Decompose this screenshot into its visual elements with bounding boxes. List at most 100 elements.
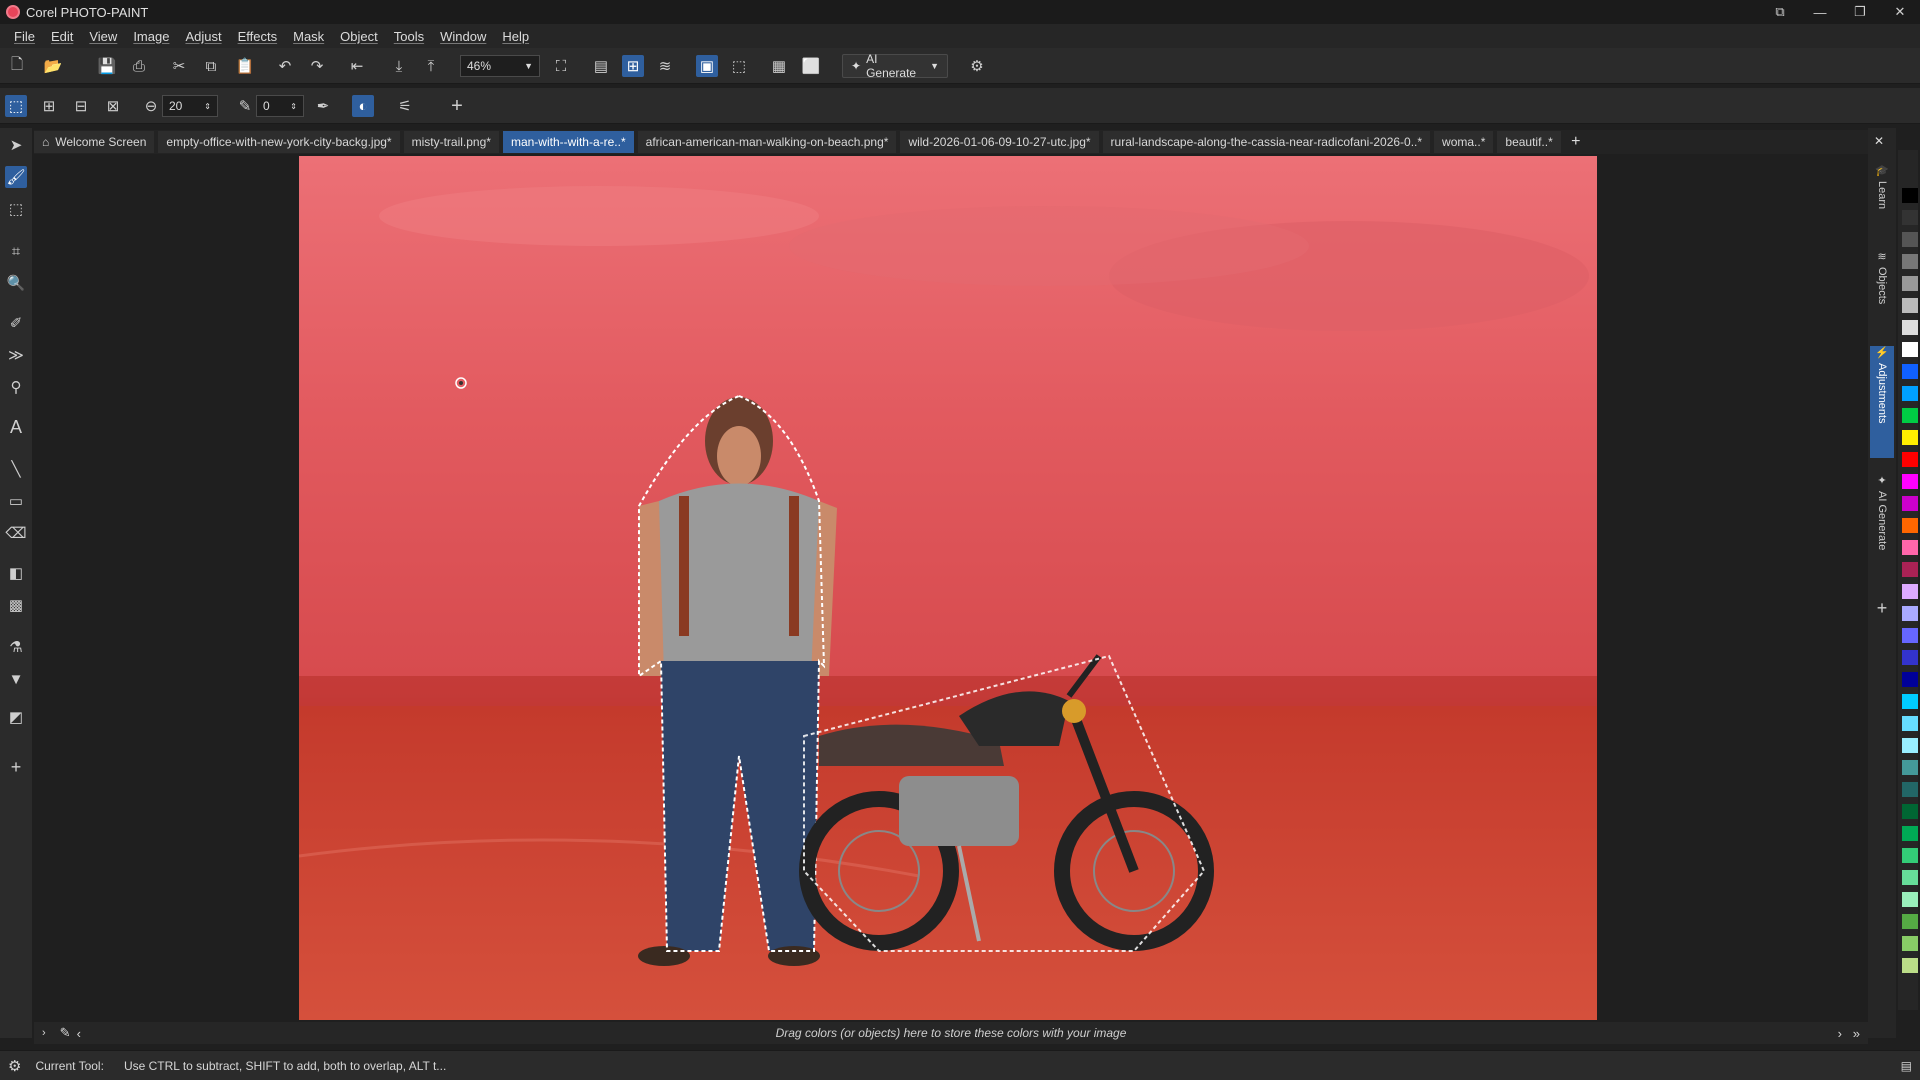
docker-tab-learn[interactable]: 🎓 Learn	[1870, 164, 1894, 234]
open-folder-icon[interactable]: 📂	[42, 55, 64, 77]
color-swatch[interactable]	[1902, 870, 1918, 885]
object-mask-icon[interactable]: ▦	[768, 55, 790, 77]
color-swatch-icon[interactable]: ◩	[5, 706, 27, 728]
menu-edit[interactable]: Edit	[51, 29, 73, 44]
pen-icon[interactable]: ✒	[312, 95, 334, 117]
tab-document[interactable]: beautif..*	[1497, 131, 1561, 153]
color-swatch[interactable]	[1902, 276, 1918, 291]
color-swatch[interactable]	[1902, 958, 1918, 973]
save-icon[interactable]: 💾	[96, 55, 118, 77]
export-up-icon[interactable]: ⤒	[420, 55, 442, 77]
normal-mode-icon[interactable]: ⬚	[5, 95, 27, 117]
menu-help[interactable]: Help	[502, 29, 529, 44]
color-swatch[interactable]	[1902, 738, 1918, 753]
add-tool-icon[interactable]: +	[5, 756, 27, 778]
color-swatch[interactable]	[1902, 760, 1918, 775]
xor-mode-icon[interactable]: ⊠	[102, 95, 124, 117]
close-button[interactable]: ✕	[1880, 0, 1920, 24]
color-swatch[interactable]	[1902, 408, 1918, 423]
zoom-tool-icon[interactable]: 🔍	[5, 272, 27, 294]
color-swatch[interactable]	[1902, 672, 1918, 687]
menu-view[interactable]: View	[89, 29, 117, 44]
tab-document[interactable]: wild-2026-01-06-09-10-27-utc.jpg*	[900, 131, 1099, 153]
redo-icon[interactable]: ↷	[306, 55, 328, 77]
mask-brush-tool-icon[interactable]: 🖌	[5, 166, 27, 188]
color-swatch[interactable]	[1902, 364, 1918, 379]
chevron-right-icon[interactable]: ›	[1838, 1026, 1842, 1041]
menu-mask[interactable]: Mask	[293, 29, 324, 44]
menu-effects[interactable]: Effects	[238, 29, 278, 44]
guidelines-icon[interactable]: ≋	[654, 55, 676, 77]
close-docker-icon[interactable]: ✕	[1874, 134, 1884, 148]
menu-image[interactable]: Image	[133, 29, 169, 44]
minimize-button[interactable]: —	[1800, 0, 1840, 24]
color-swatch[interactable]	[1902, 826, 1918, 841]
tab-document[interactable]: empty-office-with-new-york-city-backg.jp…	[158, 131, 400, 153]
effect-tool-icon[interactable]: ≫	[5, 344, 27, 366]
menu-tools[interactable]: Tools	[394, 29, 424, 44]
tab-document[interactable]: misty-trail.png*	[403, 131, 499, 153]
grid-icon[interactable]: ⊞	[622, 55, 644, 77]
color-swatch[interactable]	[1902, 694, 1918, 709]
color-swatch[interactable]	[1902, 474, 1918, 489]
tab-document[interactable]: african-american-man-walking-on-beach.pn…	[637, 131, 897, 153]
drop-shadow-tool-icon[interactable]: ◧	[5, 562, 27, 584]
paste-icon[interactable]: 📋	[234, 55, 256, 77]
transparency-tool-icon[interactable]: ▩	[5, 594, 27, 616]
eyedropper-tool-icon[interactable]: ⚗	[5, 636, 27, 658]
color-swatch[interactable]	[1902, 298, 1918, 313]
spinner-icon[interactable]: ⇕	[290, 102, 297, 111]
menu-window[interactable]: Window	[440, 29, 486, 44]
line-tool-icon[interactable]: ╲	[5, 458, 27, 480]
tab-document[interactable]: rural-landscape-along-the-cassia-near-ra…	[1102, 131, 1431, 153]
color-swatch[interactable]	[1902, 606, 1918, 621]
color-swatch[interactable]	[1902, 188, 1918, 203]
color-swatch[interactable]	[1902, 342, 1918, 357]
mask-transform-tool-icon[interactable]: ⬚	[5, 198, 27, 220]
ai-generate-button[interactable]: ✦ AI Generate ▼	[842, 52, 948, 80]
menu-file[interactable]: File	[14, 29, 35, 44]
color-swatch[interactable]	[1902, 650, 1918, 665]
new-document-icon[interactable]: 🗋	[6, 55, 28, 77]
tab-document[interactable]: woma..*	[1434, 131, 1494, 153]
tab-welcome-screen[interactable]: ⌂ Welcome Screen	[34, 131, 155, 153]
mask-marquee-icon[interactable]: ⬚	[728, 55, 750, 77]
rulers-icon[interactable]: ▤	[590, 55, 612, 77]
brush-size-input[interactable]: 20 ⇕	[162, 95, 218, 117]
gear-icon[interactable]: ⚙	[8, 1057, 21, 1075]
color-swatch[interactable]	[1902, 628, 1918, 643]
import-icon[interactable]: ⇤	[346, 55, 368, 77]
docker-tab-adjustments[interactable]: ⚡ Adjustments	[1870, 346, 1894, 458]
new-tab-button[interactable]: +	[1565, 131, 1587, 153]
color-swatch[interactable]	[1902, 848, 1918, 863]
brush-settings-icon[interactable]: ⚟	[394, 95, 416, 117]
image-canvas[interactable]	[299, 156, 1597, 1020]
color-swatch[interactable]	[1902, 210, 1918, 225]
docker-tab-objects[interactable]: ≋ Objects	[1870, 250, 1894, 330]
add-docker-icon[interactable]: +	[1870, 598, 1894, 622]
additive-mode-icon[interactable]: ⊞	[38, 95, 60, 117]
touchup-brush-icon[interactable]: ✐	[5, 312, 27, 334]
zoom-level-select[interactable]: 46% ▼	[460, 55, 540, 77]
color-swatch[interactable]	[1902, 562, 1918, 577]
menu-object[interactable]: Object	[340, 29, 378, 44]
crop-tool-icon[interactable]: ⌗	[5, 240, 27, 262]
undo-icon[interactable]: ↶	[274, 55, 296, 77]
color-swatch[interactable]	[1902, 518, 1918, 533]
export-down-icon[interactable]: ⤓	[388, 55, 410, 77]
docker-tab-ai-generate[interactable]: ✦ AI Generate	[1870, 474, 1894, 584]
fill-tool-icon[interactable]: ▼	[5, 668, 27, 690]
color-swatch[interactable]	[1902, 320, 1918, 335]
smear-tool-icon[interactable]: ⚲	[5, 376, 27, 398]
color-swatch[interactable]	[1902, 232, 1918, 247]
color-swatch[interactable]	[1902, 430, 1918, 445]
copy-icon[interactable]: ⧉	[200, 55, 222, 77]
mask-overlay-icon[interactable]: ▣	[696, 55, 718, 77]
menu-adjust[interactable]: Adjust	[185, 29, 221, 44]
color-swatch[interactable]	[1902, 914, 1918, 929]
color-swatch[interactable]	[1902, 716, 1918, 731]
eraser-tool-icon[interactable]: ⌫	[5, 522, 27, 544]
add-icon[interactable]: +	[446, 95, 468, 117]
zoom-fit-icon[interactable]: ⛶	[550, 55, 572, 77]
color-swatch[interactable]	[1902, 584, 1918, 599]
